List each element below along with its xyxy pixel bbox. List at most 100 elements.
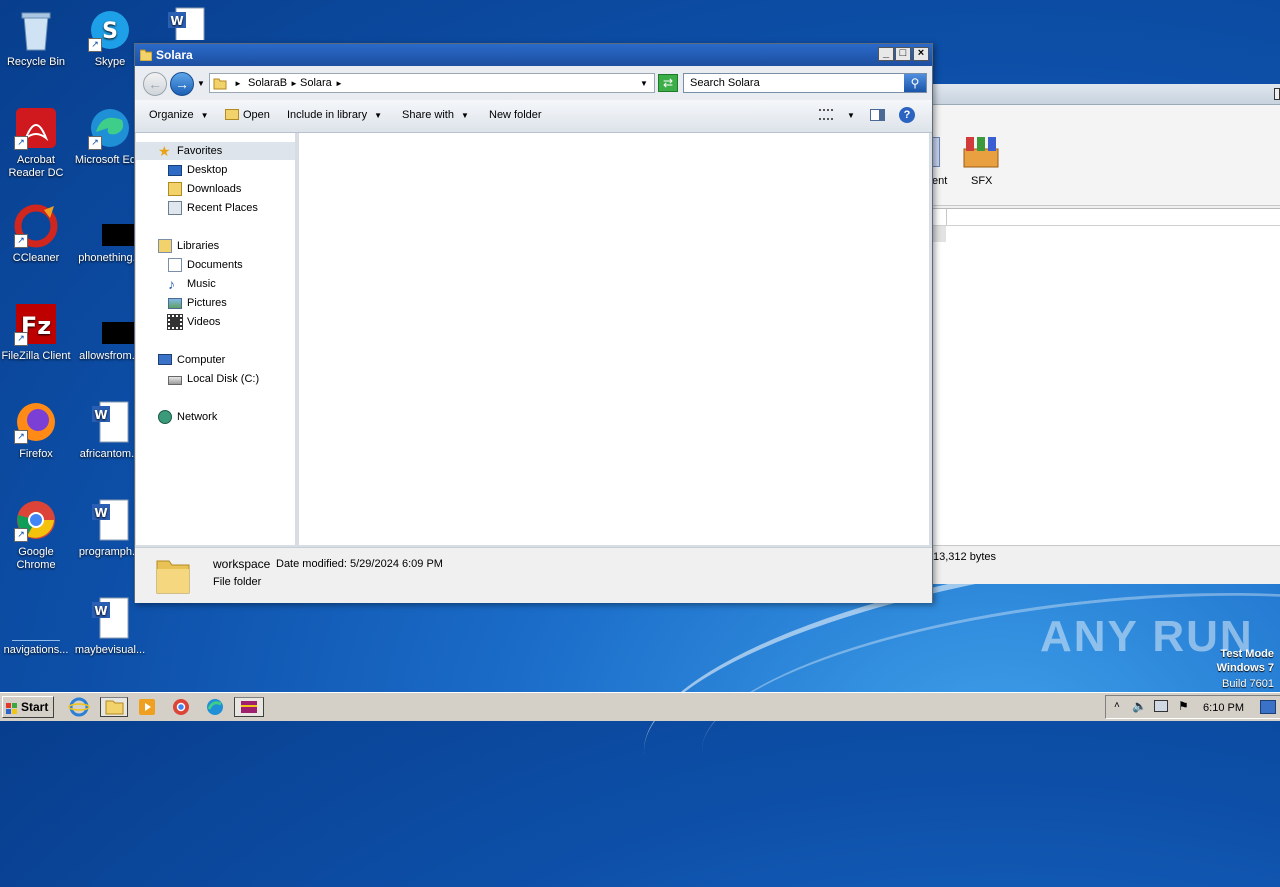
preview-pane-button[interactable]: [870, 109, 885, 124]
black-file-icon: [88, 204, 146, 248]
svg-text:W: W: [94, 506, 107, 520]
volume-icon[interactable]: 🔈: [1132, 699, 1147, 713]
toolbar-label-sfx[interactable]: SFX: [971, 175, 992, 187]
new-folder-button[interactable]: New folder: [489, 109, 542, 121]
explorer-window[interactable]: Solara _ □ × ← → ▼ ► SolaraB ► Solara ► …: [134, 43, 933, 603]
show-desktop-button[interactable]: [1260, 700, 1276, 714]
maximize-button[interactable]: □: [895, 47, 911, 61]
desktop-icon-filezilla[interactable]: Fz ↗ FileZilla Client: [0, 302, 72, 363]
word-document-icon: W: [88, 498, 132, 542]
background-window-titlebar[interactable]: [930, 84, 1280, 105]
edge-icon[interactable]: [204, 697, 226, 717]
breadcrumb-separator[interactable]: ►: [290, 79, 298, 88]
recent-pages-dropdown[interactable]: ▼: [197, 79, 205, 88]
search-icon: ⚲: [910, 76, 920, 90]
computer-icon: [158, 354, 172, 365]
breadcrumb-separator[interactable]: ►: [335, 79, 343, 88]
network-status-icon[interactable]: [1154, 700, 1168, 712]
skype-icon: S ↗: [88, 8, 132, 52]
open-button[interactable]: Open: [225, 109, 270, 121]
shortcut-arrow-icon: ↗: [14, 528, 28, 542]
back-button[interactable]: ←: [143, 72, 167, 96]
windows-version-label: Windows 7: [1216, 662, 1274, 674]
firefox-icon: ↗: [14, 400, 58, 444]
desktop-icon-maybevisual[interactable]: W maybevisual...: [74, 596, 146, 657]
breadcrumb-separator[interactable]: ►: [234, 79, 242, 88]
desktop-icon-recycle-bin[interactable]: Recycle Bin: [0, 8, 72, 69]
search-button[interactable]: ⚲: [904, 74, 926, 92]
pictures-icon: [168, 298, 182, 309]
organize-button[interactable]: Organize ▼: [149, 109, 209, 121]
downloads-icon: [168, 182, 182, 196]
breadcrumb-solara[interactable]: Solara: [300, 77, 332, 89]
shortcut-arrow-icon: ↗: [14, 234, 28, 248]
svg-text:W: W: [94, 408, 107, 422]
nav-item-recent-places[interactable]: Recent Places: [136, 199, 295, 217]
search-box[interactable]: ⚲: [683, 73, 927, 93]
chrome-icon[interactable]: [170, 697, 192, 717]
refresh-button[interactable]: ⇄: [658, 74, 678, 92]
recycle-bin-icon: [14, 8, 58, 52]
nav-item-downloads[interactable]: Downloads: [136, 180, 295, 198]
file-explorer-icon[interactable]: [100, 697, 128, 717]
window-title: Solara: [156, 48, 193, 62]
help-button[interactable]: ?: [899, 107, 915, 123]
address-box[interactable]: ► SolaraB ► Solara ► ▼: [209, 73, 655, 93]
toolbar-label-ent[interactable]: ent: [932, 175, 947, 187]
background-file-list[interactable]: [930, 208, 1280, 549]
include-in-library-button[interactable]: Include in library ▼: [287, 109, 382, 121]
system-tray: ˄ 🔈 ⚑ 6:10 PM: [1105, 695, 1280, 719]
svg-text:S: S: [102, 19, 118, 44]
breadcrumb-solarab[interactable]: SolaraB: [248, 77, 287, 89]
navigation-pane[interactable]: ★ Favorites Desktop Downloads Recent Pla…: [136, 133, 299, 545]
nav-item-libraries[interactable]: Libraries: [136, 237, 295, 255]
nav-item-favorites[interactable]: ★ Favorites: [136, 142, 295, 160]
search-input[interactable]: [684, 74, 908, 92]
nav-item-local-disk[interactable]: Local Disk (C:): [136, 370, 295, 388]
selected-item-name: workspace: [213, 557, 271, 571]
clock[interactable]: 6:10 PM: [1203, 702, 1244, 714]
action-center-flag-icon[interactable]: ⚑: [1178, 699, 1189, 713]
internet-explorer-icon[interactable]: [68, 697, 90, 717]
start-button[interactable]: Start: [2, 696, 54, 718]
nav-item-music[interactable]: ♪ Music: [136, 275, 295, 293]
media-player-icon[interactable]: [136, 697, 158, 717]
desktop-icon: [168, 165, 182, 176]
nav-item-desktop[interactable]: Desktop: [136, 161, 295, 179]
view-options-dropdown[interactable]: ▼: [847, 111, 855, 120]
forward-button[interactable]: →: [170, 72, 194, 96]
background-app-window[interactable]: ent SFX 13,312 bytes: [930, 84, 1280, 584]
nav-item-network[interactable]: Network: [136, 408, 295, 426]
window-titlebar[interactable]: Solara _ □ ×: [135, 44, 932, 66]
nav-item-documents[interactable]: Documents: [136, 256, 295, 274]
date-modified-label: Date modified:: [276, 558, 347, 570]
address-dropdown-button[interactable]: ▼: [640, 79, 648, 88]
change-view-button[interactable]: [819, 109, 833, 122]
file-list-area[interactable]: [299, 133, 929, 545]
desktop-icon-navigations[interactable]: navigations...: [0, 596, 72, 657]
shortcut-arrow-icon: ↗: [88, 38, 102, 52]
desktop-icon-ccleaner[interactable]: ↗ CCleaner: [0, 204, 72, 265]
desktop-icon-acrobat[interactable]: ↗ Acrobat Reader DC: [0, 106, 72, 180]
desktop-icon-firefox[interactable]: ↗ Firefox: [0, 400, 72, 461]
close-button[interactable]: ×: [913, 47, 929, 61]
minimize-button[interactable]: _: [878, 47, 894, 61]
nav-item-computer[interactable]: Computer: [136, 351, 295, 369]
desktop-icon-chrome[interactable]: ↗ Google Chrome: [0, 498, 72, 572]
word-document-icon: W: [88, 400, 132, 444]
edge-icon: ↗: [88, 106, 132, 150]
command-bar: Organize ▼ Open Include in library ▼ Share…: [135, 100, 932, 133]
details-pane: workspace Date modified: 5/29/2024 6:09 …: [135, 547, 932, 603]
blank-file-icon: [12, 596, 60, 641]
arrow-left-icon: ←: [148, 76, 162, 92]
chevron-down-icon: ▼: [460, 111, 469, 120]
test-mode-label: Test Mode: [1220, 648, 1274, 660]
show-hidden-icons-button[interactable]: ˄: [1114, 700, 1120, 711]
address-bar-row: ← → ▼ ► SolaraB ► Solara ► ▼ ⇄ ⚲: [135, 66, 932, 100]
date-modified-value: 5/29/2024 6:09 PM: [350, 558, 443, 570]
share-with-button[interactable]: Share with ▼: [402, 109, 469, 121]
winrar-icon[interactable]: [234, 697, 264, 717]
svg-text:W: W: [94, 604, 107, 618]
nav-item-videos[interactable]: Videos: [136, 313, 295, 331]
nav-item-pictures[interactable]: Pictures: [136, 294, 295, 312]
